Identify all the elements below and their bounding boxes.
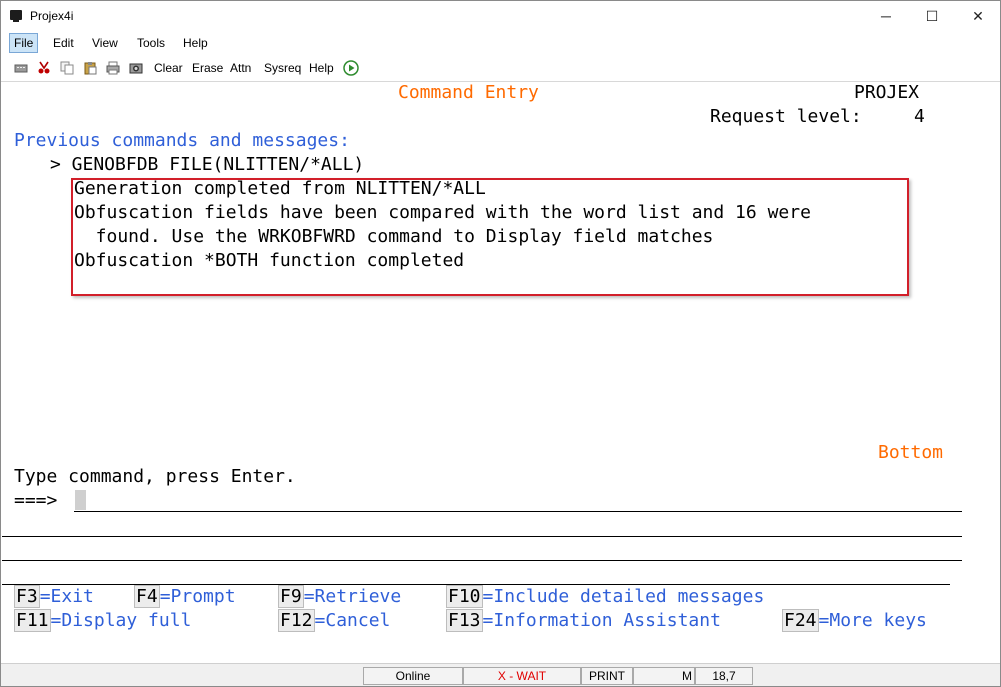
clear-button[interactable]: Clear (154, 61, 183, 75)
f12-label[interactable]: =Cancel (315, 610, 391, 631)
screenshot-icon[interactable] (129, 61, 143, 75)
play-icon[interactable] (343, 60, 359, 76)
f24-label[interactable]: =More keys (819, 610, 927, 631)
highlight-box (71, 178, 909, 296)
f11-label[interactable]: =Display full (51, 610, 192, 631)
f10-key[interactable]: F10 (446, 585, 483, 608)
f24-more-key[interactable]: F24 =More keys (782, 609, 927, 632)
menu-bar: File Edit View Tools Help (1, 31, 1000, 55)
f11-display-key[interactable]: F11 =Display full (14, 609, 192, 632)
f4-key[interactable]: F4 (134, 585, 160, 608)
menu-file[interactable]: File (9, 33, 39, 53)
status-wait: X - WAIT (463, 667, 581, 685)
command-input-line[interactable] (2, 560, 962, 561)
keyboard-icon[interactable] (14, 61, 28, 75)
text-cursor (75, 490, 86, 510)
maximize-icon: ☐ (925, 8, 939, 24)
maximize-button[interactable]: ☐ (909, 1, 955, 31)
menu-view[interactable]: View (88, 34, 122, 52)
f24-key[interactable]: F24 (782, 609, 819, 632)
command-input-line[interactable] (2, 536, 962, 537)
terminal-screen: Command Entry PROJEX Request level: 4 Pr… (2, 82, 1000, 662)
f13-key[interactable]: F13 (446, 609, 483, 632)
minimize-icon: ─ (881, 8, 891, 24)
close-icon: ✕ (972, 8, 984, 24)
terminal-app-icon (10, 10, 22, 22)
app-window: Projex4i ─ ☐ ✕ File Edit View Tools Help (0, 0, 1001, 687)
request-level-value: 4 (914, 106, 925, 127)
paste-icon[interactable] (83, 61, 97, 75)
section-heading: Previous commands and messages: (14, 130, 350, 151)
f9-label[interactable]: =Retrieve (304, 586, 402, 607)
input-marker: ===> (14, 490, 58, 511)
f9-key[interactable]: F9 (278, 585, 304, 608)
copy-icon[interactable] (60, 61, 74, 75)
screen-title: Command Entry (398, 82, 539, 103)
menu-edit[interactable]: Edit (49, 34, 78, 52)
f4-prompt-key[interactable]: F4 =Prompt (134, 585, 236, 608)
attn-button[interactable]: Attn (230, 61, 251, 75)
print-icon[interactable] (106, 61, 120, 75)
minimize-button[interactable]: ─ (863, 1, 909, 31)
command-prompt: Type command, press Enter. (14, 466, 296, 487)
status-cursor-position: 18,7 (695, 667, 753, 685)
cut-icon[interactable] (37, 61, 51, 75)
previous-command[interactable]: > GENOBFDB FILE(NLITTEN/*ALL) (50, 154, 364, 176)
f12-key[interactable]: F12 (278, 609, 315, 632)
erase-button[interactable]: Erase (192, 61, 223, 75)
f4-label[interactable]: =Prompt (160, 586, 236, 607)
f13-assistant-key[interactable]: F13 =Information Assistant (446, 609, 721, 632)
bottom-indicator: Bottom (878, 442, 944, 463)
status-bar: Online X - WAIT PRINT M 18,7 (1, 663, 1000, 686)
f10-detailed-key[interactable]: F10 =Include detailed messages (446, 585, 765, 608)
f3-key[interactable]: F3 (14, 585, 40, 608)
window-title: Projex4i (30, 9, 74, 23)
f12-cancel-key[interactable]: F12 =Cancel (278, 609, 391, 632)
command-input-line[interactable] (74, 511, 962, 512)
help-button[interactable]: Help (309, 61, 334, 75)
status-mode: M (633, 667, 695, 685)
system-name: PROJEX (854, 82, 920, 103)
status-print: PRINT (581, 667, 633, 685)
f10-label[interactable]: =Include detailed messages (483, 586, 765, 607)
status-online: Online (363, 667, 463, 685)
f9-retrieve-key[interactable]: F9 =Retrieve (278, 585, 402, 608)
close-button[interactable]: ✕ (955, 1, 1000, 31)
title-bar: Projex4i ─ ☐ ✕ (1, 1, 1000, 31)
sysreq-button[interactable]: Sysreq (264, 61, 301, 75)
f11-key[interactable]: F11 (14, 609, 51, 632)
f3-label[interactable]: =Exit (40, 586, 94, 607)
menu-tools[interactable]: Tools (133, 34, 169, 52)
f3-exit-key[interactable]: F3 =Exit (14, 585, 94, 608)
menu-help[interactable]: Help (179, 34, 212, 52)
f13-label[interactable]: =Information Assistant (483, 610, 721, 631)
toolbar: Clear Erase Attn Sysreq Help (1, 55, 1000, 82)
request-level-label: Request level: (710, 106, 862, 127)
